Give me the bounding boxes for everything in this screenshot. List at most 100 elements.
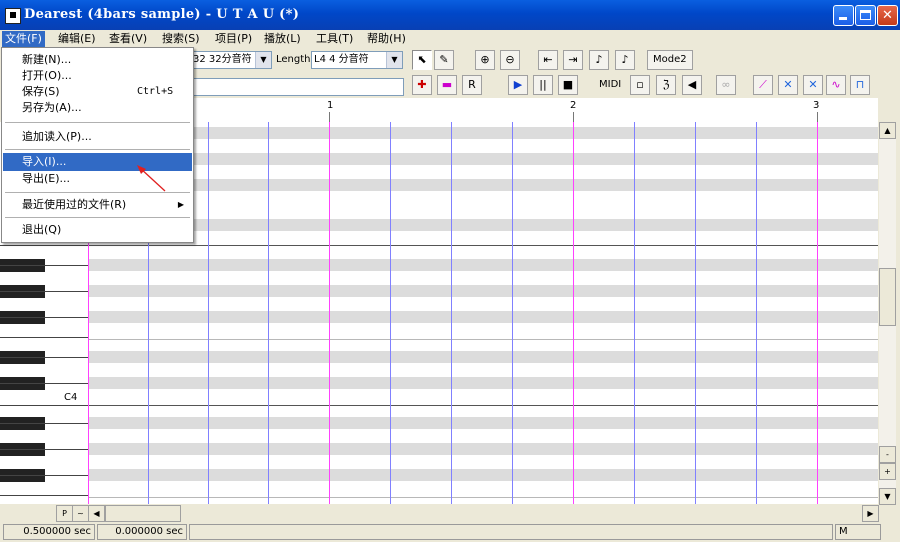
- tilde-button[interactable]: ~: [72, 505, 89, 522]
- zoom-out-button[interactable]: ⊖: [500, 50, 520, 70]
- beat-line: [512, 122, 513, 504]
- beat-line: [695, 122, 696, 504]
- menu-tools[interactable]: 工具(T): [313, 31, 356, 47]
- menu-edit[interactable]: 编辑(E): [55, 31, 99, 47]
- loop-icon: ℨ: [662, 78, 670, 91]
- menu-item-label: 导出(E)...: [22, 172, 71, 185]
- speaker-icon: ◀: [687, 78, 697, 91]
- key-divider: [0, 475, 88, 476]
- maximize-button[interactable]: [855, 5, 876, 26]
- midi-toggle-button[interactable]: ▫: [630, 75, 650, 95]
- horizontal-scroll-area: P ~ ◀ ▶: [0, 505, 900, 522]
- quantize-combo[interactable]: 32 32分音符 ▼: [190, 51, 272, 69]
- envelope-4-button[interactable]: ∿: [826, 75, 846, 95]
- note-grid[interactable]: [88, 122, 878, 504]
- scroll-left-button[interactable]: ◀: [88, 505, 105, 522]
- select-tool-button[interactable]: ⬉: [412, 50, 432, 70]
- menu-play[interactable]: 播放(L): [261, 31, 304, 47]
- zoom-out-icon: ⊖: [505, 53, 515, 66]
- speaker-button[interactable]: ◀: [682, 75, 702, 95]
- midi-label: MIDI: [599, 79, 622, 90]
- arrow-right-icon: ▶: [867, 509, 874, 518]
- menu-help[interactable]: 帮助(H): [364, 31, 409, 47]
- beat-line: [756, 122, 757, 504]
- key-divider: [0, 357, 88, 358]
- insert-rest-button[interactable]: ▬: [437, 75, 457, 95]
- beat-line: [268, 122, 269, 504]
- beat-line: [634, 122, 635, 504]
- vertical-scroll-thumb[interactable]: [879, 268, 896, 326]
- insert-note-button[interactable]: ✚: [412, 75, 432, 95]
- menu-project[interactable]: 项目(P): [212, 31, 255, 47]
- length-label: Length: [276, 54, 311, 65]
- scroll-plus-button[interactable]: +: [879, 463, 896, 480]
- jump-start-button[interactable]: ⇤: [538, 50, 558, 70]
- insert-r-button[interactable]: R: [462, 75, 482, 95]
- jump-start-icon: ⇤: [543, 53, 553, 66]
- envelope-icon: ∿: [831, 78, 841, 91]
- menu-file[interactable]: 文件(F): [2, 31, 45, 47]
- quantize-value: 32 32分音符: [193, 54, 252, 65]
- envelope-1-button[interactable]: ⟋: [753, 75, 773, 95]
- note-out-icon: ♪: [621, 53, 629, 66]
- envelope-3-button[interactable]: ✕: [803, 75, 823, 95]
- menu-view[interactable]: 查看(V): [106, 31, 150, 47]
- chevron-down-icon: ▼: [255, 52, 271, 68]
- scroll-minus-button[interactable]: -: [879, 446, 896, 463]
- menu-item-append[interactable]: 追加读入(P)...: [3, 127, 192, 147]
- grid-row-dark: [88, 351, 878, 363]
- length-combo[interactable]: L4 4 分音符 ▼: [311, 51, 403, 69]
- scroll-down-button[interactable]: ▼: [879, 488, 896, 505]
- key-divider: [0, 291, 88, 292]
- key-divider: [0, 265, 88, 266]
- envelope-2-button[interactable]: ✕: [778, 75, 798, 95]
- key-divider: [0, 495, 88, 496]
- vertical-scrollbar[interactable]: ▲ - + ▼: [879, 122, 896, 505]
- status-mode: M: [835, 524, 881, 540]
- title-bar[interactable]: Dearest (4bars sample) - U T A U (*) ✕: [0, 0, 900, 30]
- grid-row-dark: [88, 469, 878, 481]
- pencil-icon: ✎: [439, 53, 449, 66]
- measure-ruler[interactable]: 1 2 3: [88, 98, 878, 123]
- grid-line: [88, 497, 878, 498]
- bar-line: [329, 122, 330, 504]
- close-icon: ✕: [882, 8, 893, 23]
- jump-end-button[interactable]: ⇥: [563, 50, 583, 70]
- p-button[interactable]: P: [56, 505, 73, 522]
- arrow-up-icon: ▲: [884, 126, 891, 135]
- pause-button[interactable]: ||: [533, 75, 553, 95]
- menu-separator: [5, 217, 190, 218]
- envelope-reset-button[interactable]: ⊓: [850, 75, 870, 95]
- minimize-button[interactable]: [833, 5, 854, 26]
- scroll-up-button[interactable]: ▲: [879, 122, 896, 139]
- bar-line: [573, 122, 574, 504]
- status-bar: 0.500000 sec 0.000000 sec M: [0, 522, 900, 542]
- envelope-icon: ✕: [783, 78, 793, 91]
- zoom-in-button[interactable]: ⊕: [475, 50, 495, 70]
- measure-1: 1: [327, 100, 334, 111]
- grid-row-dark: [88, 285, 878, 297]
- menu-item-save-as[interactable]: 另存为(A)...: [3, 98, 192, 118]
- pencil-tool-button[interactable]: ✎: [434, 50, 454, 70]
- horizontal-scroll-thumb[interactable]: [105, 505, 181, 522]
- plus-icon: +: [884, 467, 891, 476]
- scroll-right-button[interactable]: ▶: [862, 505, 879, 522]
- insert-r-icon: R: [468, 78, 476, 91]
- insert-note-icon: ✚: [417, 78, 427, 91]
- menu-search[interactable]: 搜索(S): [159, 31, 203, 47]
- close-button[interactable]: ✕: [877, 5, 898, 26]
- grid-row-dark: [88, 443, 878, 455]
- menu-item-label: 最近使用过的文件(R): [22, 198, 127, 211]
- menu-item-exit[interactable]: 退出(Q): [3, 220, 192, 240]
- menu-item-recent[interactable]: 最近使用过的文件(R) ▶: [3, 195, 192, 215]
- sync-button[interactable]: ∞: [716, 75, 736, 95]
- play-icon: ▶: [513, 78, 523, 91]
- mode2-button[interactable]: Mode2: [647, 50, 693, 70]
- loop-button[interactable]: ℨ: [656, 75, 676, 95]
- stop-button[interactable]: ■: [558, 75, 578, 95]
- sync-icon: ∞: [721, 78, 731, 91]
- play-button[interactable]: ▶: [508, 75, 528, 95]
- note-in-button[interactable]: ♪: [589, 50, 609, 70]
- note-out-button[interactable]: ♪: [615, 50, 635, 70]
- app-icon[interactable]: [5, 8, 21, 24]
